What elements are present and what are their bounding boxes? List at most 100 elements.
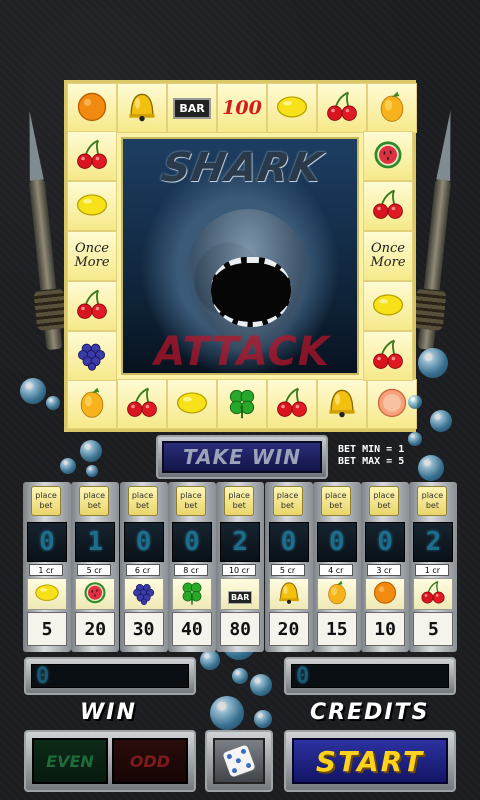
board-cell-bar: BAR bbox=[167, 83, 217, 133]
board-cell bbox=[317, 83, 367, 133]
bet-amount-display: 0 bbox=[27, 522, 67, 562]
mango-icon bbox=[374, 88, 410, 128]
game-board: SHARK ATTACK BAR 100 Once More Once More bbox=[64, 80, 417, 432]
bet-amount-display: 0 bbox=[123, 522, 164, 562]
bubble-decoration bbox=[200, 650, 220, 670]
take-win-label: TAKE WIN bbox=[162, 441, 322, 473]
bet-limits: BET MIN = 1 BET MAX = 5 bbox=[338, 444, 478, 468]
bubble-decoration bbox=[20, 378, 46, 404]
watermelon-icon bbox=[370, 136, 406, 176]
board-cell bbox=[317, 379, 367, 429]
payout-value: 40 bbox=[171, 612, 212, 646]
cherry-icon bbox=[74, 286, 110, 326]
bell-icon bbox=[124, 88, 160, 128]
lemon-icon bbox=[74, 186, 110, 226]
credit-cost-label: 1 cr bbox=[415, 564, 450, 576]
board-cell bbox=[363, 281, 413, 331]
bubble-decoration bbox=[250, 674, 272, 696]
even-button[interactable]: EVEN bbox=[32, 738, 108, 784]
credit-cost-label: 5 cr bbox=[270, 564, 305, 576]
bet-amount-display: 1 bbox=[75, 522, 116, 562]
title-attack: ATTACK bbox=[154, 329, 330, 375]
board-cell-once-more: Once More bbox=[363, 231, 413, 281]
shark-attack-artwork: SHARK ATTACK bbox=[121, 137, 359, 375]
column-symbol bbox=[413, 578, 454, 610]
bonus-100-label: 100 bbox=[222, 97, 262, 119]
dice-icon bbox=[222, 744, 256, 778]
bet-column: place bet 1 5 cr 20 bbox=[71, 482, 120, 652]
credits-value: 0 bbox=[291, 664, 449, 689]
even-odd-group: EVEN ODD bbox=[24, 730, 196, 792]
grapes-icon bbox=[74, 336, 110, 376]
cherry-icon bbox=[419, 578, 447, 610]
board-cell bbox=[67, 379, 117, 429]
start-button[interactable]: START bbox=[284, 730, 456, 792]
bet-amount-display: 0 bbox=[171, 522, 212, 562]
board-cell bbox=[267, 379, 317, 429]
place-bet-button[interactable]: place bet bbox=[369, 486, 400, 516]
odd-button[interactable]: ODD bbox=[112, 738, 188, 784]
place-bet-button[interactable]: place bet bbox=[31, 486, 61, 516]
bet-column: place bet 0 8 cr 40 bbox=[167, 482, 216, 652]
clover-icon bbox=[178, 578, 206, 610]
payout-value: 5 bbox=[413, 612, 454, 646]
place-bet-button[interactable]: place bet bbox=[79, 486, 110, 516]
credit-cost-label: 10 cr bbox=[222, 564, 257, 576]
place-bet-button[interactable]: place bet bbox=[224, 486, 255, 516]
payout-value: 80 bbox=[220, 612, 261, 646]
credit-cost-label: 1 cr bbox=[29, 564, 63, 576]
board-cell-once-more: Once More bbox=[67, 231, 117, 281]
payout-value: 30 bbox=[123, 612, 164, 646]
bar-icon: BAR bbox=[227, 585, 253, 604]
bell-icon bbox=[324, 384, 360, 424]
bubble-decoration bbox=[418, 348, 448, 378]
dice-button[interactable] bbox=[205, 730, 273, 792]
cherry-icon bbox=[274, 384, 310, 424]
grapes-icon bbox=[130, 578, 158, 610]
title-shark: SHARK bbox=[157, 145, 327, 191]
column-symbol bbox=[316, 578, 357, 610]
bubble-decoration bbox=[210, 696, 244, 730]
board-cell bbox=[363, 331, 413, 381]
bet-column: place bet 0 1 cr 5 bbox=[23, 482, 71, 652]
bet-amount-display: 2 bbox=[413, 522, 454, 562]
bubble-decoration bbox=[86, 465, 98, 477]
win-value: 0 bbox=[31, 664, 189, 689]
watermelon-icon bbox=[81, 578, 109, 610]
once-more-label: Once More bbox=[74, 240, 110, 270]
credits-counter: 0 bbox=[284, 657, 456, 695]
credit-cost-label: 8 cr bbox=[173, 564, 208, 576]
start-label: START bbox=[292, 738, 448, 784]
cherry-icon bbox=[124, 384, 160, 424]
payout-value: 20 bbox=[75, 612, 116, 646]
payout-value: 20 bbox=[268, 612, 309, 646]
place-bet-button[interactable]: place bet bbox=[417, 486, 448, 516]
orange-icon bbox=[74, 88, 110, 128]
board-cell bbox=[67, 131, 117, 181]
lemon-icon bbox=[174, 384, 210, 424]
credit-cost-label: 6 cr bbox=[125, 564, 160, 576]
credits-label: CREDITS bbox=[310, 700, 430, 725]
win-label: WIN bbox=[80, 700, 137, 725]
board-cell bbox=[117, 83, 167, 133]
board-cell bbox=[67, 281, 117, 331]
cherry-icon bbox=[324, 88, 360, 128]
column-symbol: BAR bbox=[220, 578, 261, 610]
board-cell-100: 100 bbox=[217, 83, 267, 133]
bet-amount-display: 2 bbox=[220, 522, 261, 562]
column-symbol bbox=[365, 578, 406, 610]
place-bet-button[interactable]: place bet bbox=[272, 486, 303, 516]
column-symbol bbox=[268, 578, 309, 610]
take-win-button[interactable]: TAKE WIN bbox=[156, 435, 328, 479]
lemon-icon bbox=[370, 286, 406, 326]
bet-max-text: BET MAX = 5 bbox=[338, 456, 405, 467]
bet-column: place bet 0 6 cr 30 bbox=[119, 482, 168, 652]
cherry-icon bbox=[370, 336, 406, 376]
place-bet-button[interactable]: place bet bbox=[320, 486, 351, 516]
bet-amount-display: 0 bbox=[268, 522, 309, 562]
bubble-decoration bbox=[232, 668, 248, 684]
bet-columns: place bet 0 1 cr 5 place bet 1 5 cr 20 p… bbox=[23, 482, 458, 652]
bubble-decoration bbox=[80, 440, 102, 462]
place-bet-button[interactable]: place bet bbox=[127, 486, 158, 516]
place-bet-button[interactable]: place bet bbox=[175, 486, 206, 516]
